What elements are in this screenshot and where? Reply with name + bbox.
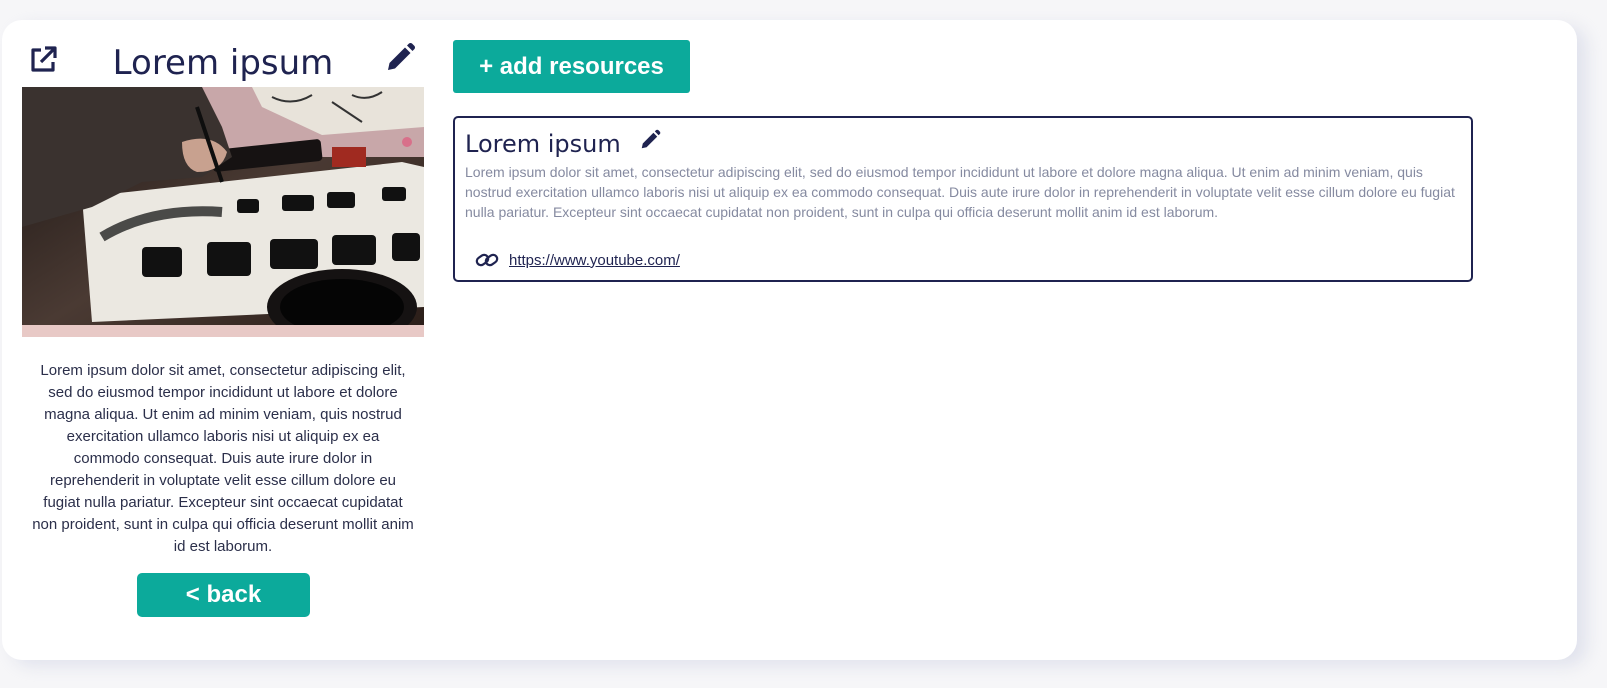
resource-header: Lorem ipsum bbox=[465, 128, 661, 160]
resource-description: Lorem ipsum dolor sit amet, consectetur … bbox=[465, 164, 1455, 220]
item-header: Lorem ipsum bbox=[22, 20, 424, 87]
back-button[interactable]: < back bbox=[137, 573, 310, 617]
pencil-icon[interactable] bbox=[639, 129, 661, 151]
link-icon bbox=[475, 253, 499, 267]
calligraphy-photo bbox=[22, 87, 424, 337]
pencil-icon[interactable] bbox=[384, 42, 416, 74]
content-card: Lorem ipsum Lorem ipsum dolor sit amet, … bbox=[2, 20, 1577, 660]
item-description: Lorem ipsum dolor sit amet, consectetur … bbox=[32, 362, 414, 555]
add-resources-button[interactable]: + add resources bbox=[453, 40, 690, 93]
resource-card: Lorem ipsum Lorem ipsum dolor sit amet, … bbox=[453, 116, 1473, 282]
resource-link[interactable]: https://www.youtube.com/ bbox=[509, 252, 680, 269]
resource-title: Lorem ipsum bbox=[465, 130, 621, 158]
item-image bbox=[22, 87, 424, 337]
item-panel: Lorem ipsum Lorem ipsum dolor sit amet, … bbox=[22, 20, 424, 617]
item-title: Lorem ipsum bbox=[112, 43, 334, 83]
resource-link-row: https://www.youtube.com/ bbox=[475, 250, 680, 270]
